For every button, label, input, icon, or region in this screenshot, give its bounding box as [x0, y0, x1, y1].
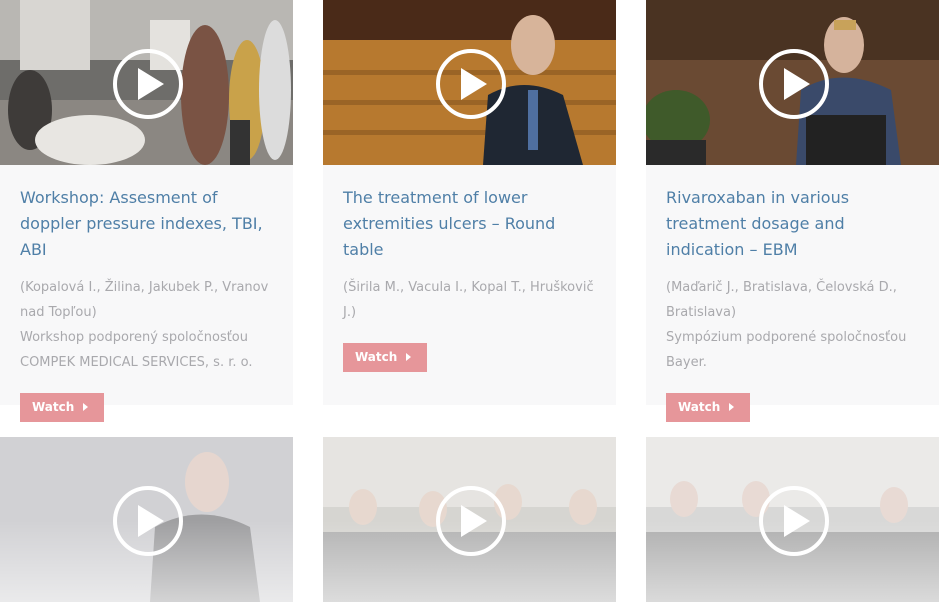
video-thumbnail-2[interactable] — [323, 0, 616, 165]
video-authors: (Maďarič J., Bratislava, Čelovská D., Br… — [666, 280, 897, 320]
video-card-body-1: Workshop: Assesment of doppler pressure … — [0, 165, 293, 440]
video-card-3: Rivaroxaban in various treatment dosage … — [646, 0, 939, 422]
video-thumbnail-6[interactable] — [646, 437, 939, 602]
chevron-right-icon — [406, 352, 412, 361]
play-triangle-icon — [460, 67, 487, 100]
video-authors: (Širila M., Vacula I., Kopal T., Hruškov… — [343, 280, 594, 320]
play-triangle-icon — [783, 504, 810, 537]
video-thumbnail-5[interactable] — [323, 437, 616, 602]
video-authors: (Kopalová I., Žilina, Jakubek P., Vranov… — [20, 280, 269, 320]
play-circle-icon[interactable] — [112, 485, 183, 556]
play-triangle-icon — [460, 504, 487, 537]
video-card-body-2: The treatment of lower extremities ulcer… — [323, 165, 616, 390]
chevron-right-icon — [83, 402, 89, 411]
video-thumbnail-4[interactable] — [0, 437, 293, 602]
watch-button[interactable]: Watch — [343, 343, 427, 372]
play-circle-icon[interactable] — [758, 48, 829, 119]
watch-button-label: Watch — [32, 400, 75, 414]
video-card-1: Workshop: Assesment of doppler pressure … — [0, 0, 293, 422]
play-circle-icon[interactable] — [435, 485, 506, 556]
watch-button[interactable]: Watch — [20, 393, 104, 422]
video-title[interactable]: The treatment of lower extremities ulcer… — [343, 185, 596, 263]
chevron-right-icon — [729, 402, 735, 411]
play-circle-icon[interactable] — [435, 48, 506, 119]
video-thumbnail-1[interactable] — [0, 0, 293, 165]
video-thumbnail-3[interactable] — [646, 0, 939, 165]
video-title[interactable]: Rivaroxaban in various treatment dosage … — [666, 185, 919, 263]
video-title[interactable]: Workshop: Assesment of doppler pressure … — [20, 185, 273, 263]
video-card-6 — [646, 437, 939, 602]
video-sponsor: Sympózium podporené spoločnosťou Bayer. — [666, 330, 907, 370]
play-circle-icon[interactable] — [758, 485, 829, 556]
play-triangle-icon — [137, 504, 164, 537]
play-triangle-icon — [137, 67, 164, 100]
video-card-body-3: Rivaroxaban in various treatment dosage … — [646, 165, 939, 440]
watch-button[interactable]: Watch — [666, 393, 750, 422]
video-card-4 — [0, 437, 293, 602]
video-card-2: The treatment of lower extremities ulcer… — [323, 0, 616, 405]
play-triangle-icon — [783, 67, 810, 100]
video-card-5 — [323, 437, 616, 602]
video-sponsor: Workshop podporený spoločnosťou COMPEK M… — [20, 330, 253, 370]
video-grid: Workshop: Assesment of doppler pressure … — [0, 0, 940, 602]
watch-button-label: Watch — [678, 400, 721, 414]
play-circle-icon[interactable] — [112, 48, 183, 119]
watch-button-label: Watch — [355, 350, 398, 364]
